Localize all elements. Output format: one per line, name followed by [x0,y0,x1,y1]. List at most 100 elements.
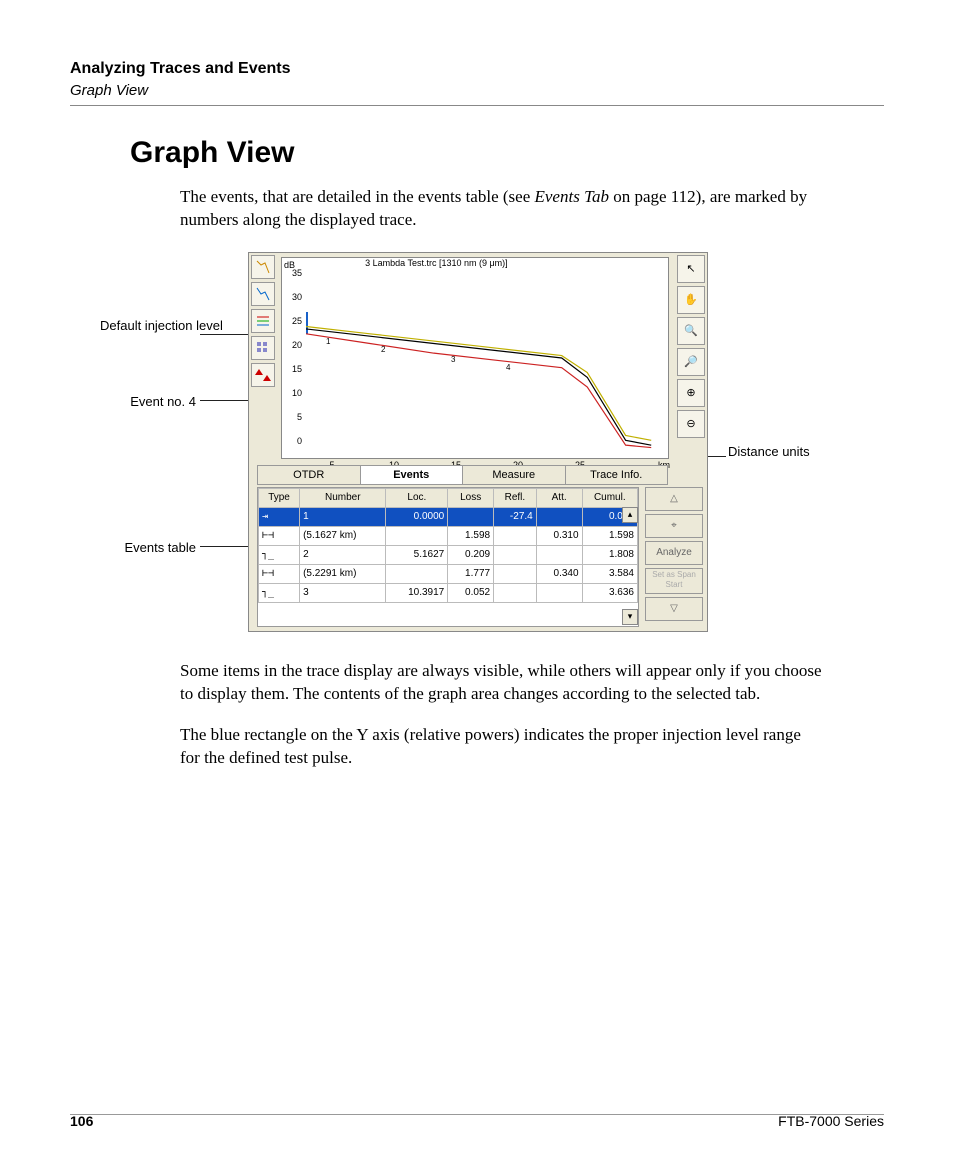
table-row[interactable]: ⇥10.0000-27.40.000 [259,507,638,526]
figure: Default injection level Event no. 4 Even… [100,252,740,632]
cell: ⇥ [259,507,300,526]
cell: 0.0000 [386,507,448,526]
cell: ┐_ [259,583,300,602]
cell: 0.310 [536,526,582,545]
tabs-row: OTDREventsMeasureTrace Info. [257,465,667,485]
cell: 3 [300,583,386,602]
intro-paragraph: The events, that are detailed in the eve… [180,186,824,232]
cell [386,526,448,545]
cell [536,507,582,526]
cell [536,583,582,602]
cell [494,545,537,564]
cell [494,564,537,583]
table-row[interactable]: ⊢⊣(5.2291 km)1.7770.3403.584 [259,564,638,583]
zoom-icon[interactable]: 🔍 [677,317,705,345]
page-title: Graph View [130,136,884,170]
analyze-button[interactable]: Analyze [645,541,703,565]
footer: 106 FTB-7000 Series [70,1113,884,1129]
paragraph-3: The blue rectangle on the Y axis (relati… [180,724,824,770]
table-row[interactable]: ┐_25.16270.2091.808 [259,545,638,564]
callout-distance-units: Distance units [728,444,810,460]
injection-level-indicator [306,312,308,334]
cell: 3.584 [582,564,637,583]
chapter-title: Analyzing Traces and Events [70,60,884,78]
svg-text:4: 4 [506,363,511,372]
right-toolbar: ↖ ✋ 🔍 🔎 ⊕ ⊖ [677,255,705,441]
callout-injection-level: Default injection level [100,318,196,334]
column-header[interactable]: Cumul. [582,488,637,507]
set-span-start-button[interactable]: Set as Span Start [645,568,703,594]
cell: 1.598 [448,526,494,545]
toolbar-icon-1[interactable] [251,255,275,279]
product-series: FTB-7000 Series [778,1113,884,1129]
y-tick: 35 [288,268,302,278]
locate-button[interactable]: ⌖ [645,514,703,538]
column-header[interactable]: Number [300,488,386,507]
scroll-down-icon[interactable]: ▾ [622,609,638,625]
header-rule [70,105,884,106]
page-number: 106 [70,1113,93,1129]
toolbar-icon-3[interactable] [251,309,275,333]
table-row[interactable]: ┐_310.39170.052 3.636 [259,583,638,602]
plot-area: 1 2 3 4 [306,266,664,450]
cell [448,507,494,526]
section-name: Graph View [70,82,884,99]
left-toolbar [251,255,275,390]
tab-measure[interactable]: Measure [462,465,566,485]
cell: (5.2291 km) [300,564,386,583]
trace-line [306,334,651,448]
trace-graph[interactable]: dB 35302520151050 510152025 km 3 Lambda … [281,257,669,459]
y-tick: 15 [288,364,302,374]
cell: 10.3917 [386,583,448,602]
zoom-in-icon[interactable]: ⊕ [677,379,705,407]
pointer-icon[interactable]: ↖ [677,255,705,283]
column-header[interactable]: Att. [536,488,582,507]
cell: 3.636 [582,583,637,602]
scroll-up-icon[interactable]: ▴ [622,507,638,523]
toolbar-icon-markers[interactable] [251,363,275,387]
cell: 5.1627 [386,545,448,564]
zoom-h-icon[interactable]: 🔎 [677,348,705,376]
column-header[interactable]: Refl. [494,488,537,507]
nav-up-button[interactable]: △ [645,487,703,511]
callout-line [200,334,250,335]
paragraph-2: Some items in the trace display are alwa… [180,660,824,706]
column-header[interactable]: Type [259,488,300,507]
intro-ref: Events Tab [535,187,609,206]
events-table[interactable]: TypeNumberLoc.LossRefl.Att.Cumul. ⇥10.00… [258,488,638,603]
nav-down-button[interactable]: ▽ [645,597,703,621]
callout-line [200,400,250,401]
svg-text:1: 1 [326,337,331,346]
column-header[interactable]: Loc. [386,488,448,507]
cell: 0.340 [536,564,582,583]
cell: 1 [300,507,386,526]
toolbar-icon-2[interactable] [251,282,275,306]
cell: 0.052 [448,583,494,602]
y-tick: 20 [288,340,302,350]
cell: 2 [300,545,386,564]
y-tick: 25 [288,316,302,326]
tab-trace-info-[interactable]: Trace Info. [565,465,669,485]
y-tick: 5 [288,412,302,422]
events-table-wrap: TypeNumberLoc.LossRefl.Att.Cumul. ⇥10.00… [257,487,639,627]
cell: 0.209 [448,545,494,564]
callout-events-table: Events table [100,540,196,556]
side-buttons: △ ⌖ Analyze Set as Span Start ▽ [645,487,703,624]
tab-events[interactable]: Events [360,465,464,485]
svg-text:2: 2 [381,345,386,354]
cell: -27.4 [494,507,537,526]
y-tick: 0 [288,436,302,446]
svg-text:3: 3 [451,355,456,364]
cell: ⊢⊣ [259,564,300,583]
callout-event4: Event no. 4 [100,394,196,410]
cell [494,526,537,545]
tab-otdr[interactable]: OTDR [257,465,361,485]
table-row[interactable]: ⊢⊣(5.1627 km)1.5980.3101.598 [259,526,638,545]
pan-icon[interactable]: ✋ [677,286,705,314]
toolbar-icon-grid[interactable] [251,336,275,360]
y-tick: 10 [288,388,302,398]
zoom-out-icon[interactable]: ⊖ [677,410,705,438]
cell [386,564,448,583]
y-tick: 30 [288,292,302,302]
column-header[interactable]: Loss [448,488,494,507]
